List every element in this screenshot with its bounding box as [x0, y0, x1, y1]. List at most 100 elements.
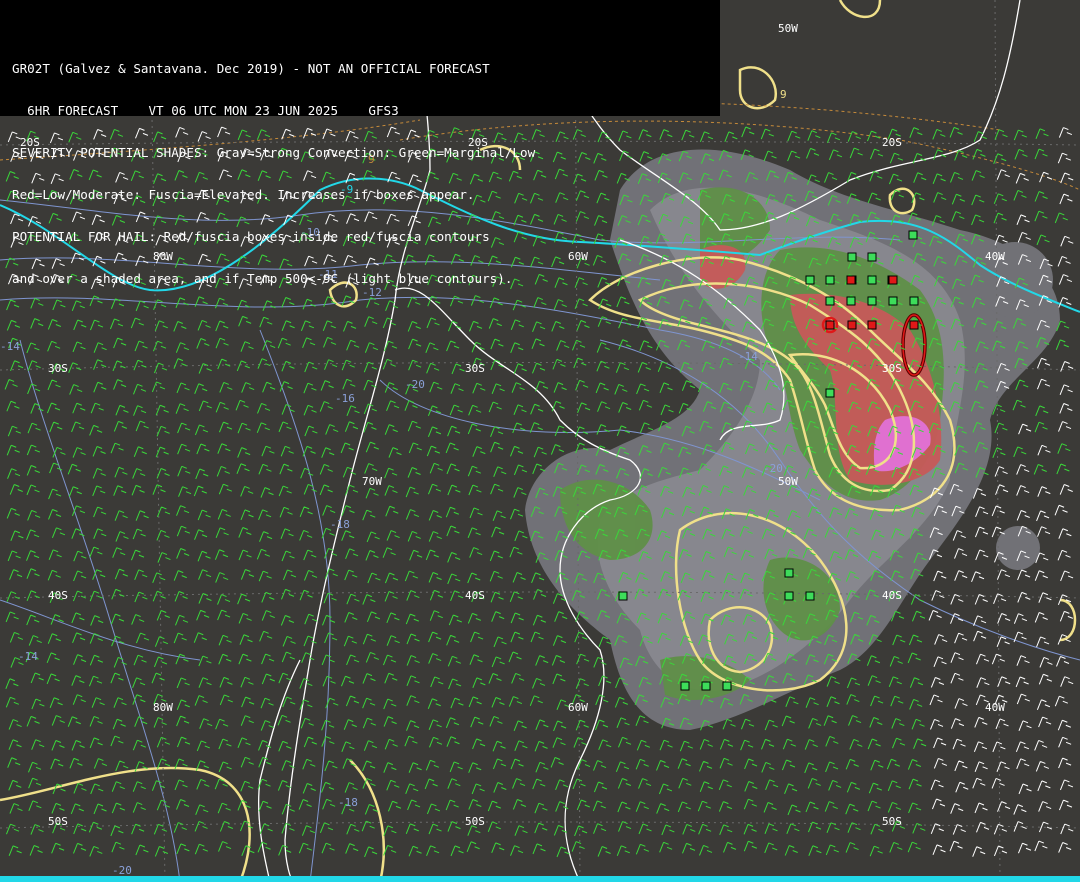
wind-barb — [363, 740, 378, 751]
wind-barb — [593, 656, 607, 668]
wind-barb — [367, 572, 381, 584]
wind-barb — [1016, 758, 1030, 770]
wind-barb — [891, 737, 906, 749]
wind-barb — [656, 803, 670, 814]
wind-barb — [552, 358, 566, 370]
wind-barb — [71, 421, 85, 433]
wind-barb — [113, 485, 127, 496]
wind-barb — [697, 800, 711, 812]
wind-barb — [682, 823, 696, 835]
wind-barb — [679, 740, 693, 752]
wind-barb — [278, 485, 292, 497]
wind-barb — [8, 739, 22, 750]
wind-barb — [362, 633, 377, 645]
wind-barb — [134, 340, 148, 352]
wind-barb — [176, 736, 191, 748]
wind-barb — [110, 825, 124, 837]
wind-barb — [450, 697, 464, 709]
wind-barb — [890, 695, 904, 707]
wind-barb — [971, 194, 985, 206]
temp-contour-label: -16 — [335, 392, 355, 405]
wind-barb — [1054, 212, 1068, 224]
wind-barb — [152, 572, 166, 583]
lat-label-50s: 50S — [882, 815, 902, 828]
wind-barb — [618, 821, 632, 832]
wind-barb — [488, 401, 502, 413]
wind-barb — [493, 636, 507, 648]
wind-barb — [846, 677, 861, 689]
wind-barb — [302, 783, 316, 794]
wind-barb — [155, 404, 169, 416]
wind-barb — [933, 570, 947, 582]
wind-barb — [867, 738, 881, 750]
wind-barb — [997, 613, 1011, 624]
wind-barb — [468, 404, 482, 416]
wind-barb — [88, 675, 103, 687]
wind-barb — [151, 672, 165, 684]
wind-barb — [1038, 716, 1052, 728]
wind-barb — [907, 759, 922, 770]
wind-barb — [532, 614, 547, 626]
wind-barb — [974, 761, 988, 772]
wind-barb — [763, 150, 777, 162]
wind-barb — [302, 337, 316, 349]
wind-barb — [281, 588, 295, 600]
wind-barb — [73, 823, 87, 835]
wind-barb — [133, 654, 147, 666]
wind-barb — [933, 737, 947, 749]
wind-barb — [7, 550, 21, 562]
wind-barb — [362, 673, 376, 684]
wind-barb — [908, 778, 922, 790]
wind-barb — [1039, 171, 1053, 183]
wind-barb — [156, 506, 171, 518]
wind-barb — [845, 842, 859, 853]
wind-barb — [826, 132, 841, 144]
wind-barb — [405, 783, 419, 794]
wind-barb — [950, 652, 964, 663]
wind-barb — [28, 777, 42, 789]
wind-barb — [1018, 720, 1032, 732]
wind-barb — [514, 530, 528, 542]
wind-barb — [826, 696, 840, 707]
wind-barb — [49, 421, 63, 433]
wind-barb — [408, 762, 422, 773]
wind-barb — [1017, 231, 1031, 243]
wind-barb — [341, 359, 355, 371]
wind-barb — [719, 757, 733, 769]
wind-barb — [509, 508, 524, 520]
wind-barb — [384, 591, 398, 602]
wind-barb — [47, 569, 61, 581]
wind-barb — [785, 696, 799, 707]
wind-barb — [365, 441, 379, 453]
wind-barb — [173, 570, 187, 581]
wind-barb — [677, 801, 691, 813]
wind-barb — [511, 382, 525, 393]
forecast-map-frame: 20S 20S 20S 50W 80W 60W 40W 30S 30S 30S … — [0, 0, 1080, 882]
wind-barb — [1059, 384, 1073, 395]
wind-barb — [67, 716, 81, 727]
wind-barb — [447, 320, 462, 332]
wind-barb — [345, 548, 359, 560]
wind-barb — [279, 506, 293, 518]
wind-barb — [31, 739, 45, 750]
wind-barb — [447, 573, 461, 585]
wind-barb — [445, 506, 460, 518]
wind-barb — [635, 843, 650, 855]
wind-barb — [91, 697, 105, 708]
wind-barb — [449, 761, 463, 773]
wind-barb — [637, 362, 651, 373]
wind-barb — [177, 443, 191, 455]
wind-barb — [512, 799, 527, 810]
wind-barb — [156, 610, 170, 621]
wind-barb — [260, 720, 274, 731]
wind-barb — [152, 590, 166, 602]
wind-barb — [114, 568, 128, 580]
wind-barb — [26, 550, 40, 561]
wind-barb — [425, 549, 439, 561]
wind-barb — [493, 466, 507, 477]
temp-contour-label: -14 — [0, 340, 20, 353]
wind-barb — [954, 548, 968, 559]
wind-barb — [1018, 783, 1032, 795]
wind-barb — [971, 170, 985, 181]
wind-barb — [132, 677, 146, 688]
